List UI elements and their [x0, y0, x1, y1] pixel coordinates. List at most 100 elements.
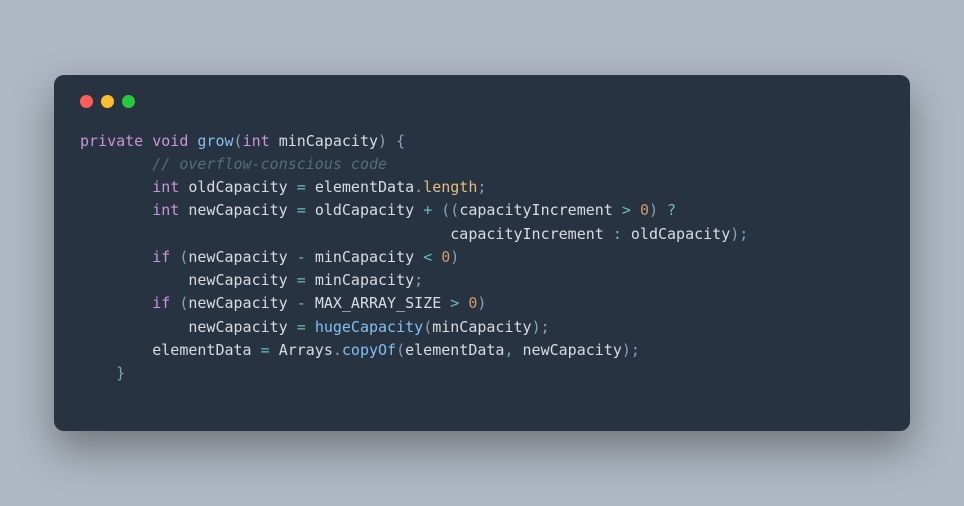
code-line: if (newCapacity - minCapacity < 0) — [80, 248, 459, 266]
code-token — [306, 201, 315, 219]
code-token: // overflow-conscious code — [152, 155, 387, 173]
code-token: (( — [441, 201, 459, 219]
code-token — [441, 294, 450, 312]
code-token: capacityIncrement — [450, 225, 604, 243]
zoom-icon[interactable] — [122, 95, 135, 108]
code-token — [80, 178, 152, 196]
code-token: capacityIncrement — [459, 201, 613, 219]
code-token — [432, 201, 441, 219]
code-token: ( — [396, 341, 405, 359]
code-line: // overflow-conscious code — [80, 155, 387, 173]
code-token — [622, 225, 631, 243]
code-token — [306, 294, 315, 312]
code-token — [170, 294, 179, 312]
code-token: { — [396, 132, 405, 150]
code-token: ( — [234, 132, 243, 150]
code-token: = — [297, 201, 306, 219]
code-token — [80, 201, 152, 219]
code-line: private void grow(int minCapacity) { — [80, 132, 405, 150]
code-token: Arrays — [279, 341, 333, 359]
code-token: ? — [667, 201, 676, 219]
code-token — [414, 248, 423, 266]
code-token: newCapacity — [523, 341, 622, 359]
code-token: ) — [477, 294, 486, 312]
code-token: void — [152, 132, 188, 150]
code-token: newCapacity — [188, 318, 287, 336]
code-token: 0 — [640, 201, 649, 219]
code-token: length — [423, 178, 477, 196]
code-token: private — [80, 132, 143, 150]
code-token — [306, 318, 315, 336]
code-token: ; — [414, 271, 423, 289]
code-token: = — [297, 318, 306, 336]
code-token: . — [333, 341, 342, 359]
code-token — [80, 225, 450, 243]
code-token: = — [261, 341, 270, 359]
code-token: > — [450, 294, 459, 312]
code-token: ); — [730, 225, 748, 243]
code-token — [288, 201, 297, 219]
code-token: hugeCapacity — [315, 318, 423, 336]
code-token — [288, 248, 297, 266]
code-token: - — [297, 248, 306, 266]
code-token — [80, 294, 152, 312]
code-token: oldCapacity — [315, 201, 414, 219]
code-token: elementData — [315, 178, 414, 196]
code-window: private void grow(int minCapacity) { // … — [54, 75, 910, 432]
code-token: elementData — [405, 341, 504, 359]
code-token — [288, 294, 297, 312]
code-line: elementData = Arrays.copyOf(elementData,… — [80, 341, 640, 359]
window-titlebar — [80, 95, 884, 108]
code-line: int newCapacity = oldCapacity + ((capaci… — [80, 201, 676, 219]
code-token: if — [152, 248, 170, 266]
code-token: newCapacity — [188, 201, 287, 219]
code-token — [514, 341, 523, 359]
code-token: newCapacity — [188, 294, 287, 312]
code-line: newCapacity = minCapacity; — [80, 271, 423, 289]
code-token — [80, 248, 152, 266]
code-token — [288, 318, 297, 336]
code-token — [306, 271, 315, 289]
code-line: } — [80, 364, 125, 382]
code-token: newCapacity — [188, 248, 287, 266]
code-token: int — [152, 201, 179, 219]
code-token — [80, 318, 188, 336]
code-block: private void grow(int minCapacity) { // … — [80, 130, 884, 386]
code-token: , — [504, 341, 513, 359]
code-token: minCapacity — [432, 318, 531, 336]
code-token — [631, 201, 640, 219]
minimize-icon[interactable] — [101, 95, 114, 108]
code-token: 0 — [441, 248, 450, 266]
code-token: ); — [622, 341, 640, 359]
code-token: int — [152, 178, 179, 196]
code-token: ) — [649, 201, 658, 219]
code-token: grow — [197, 132, 233, 150]
code-token: : — [613, 225, 622, 243]
code-token — [613, 201, 622, 219]
code-token — [170, 248, 179, 266]
code-token: MAX_ARRAY_SIZE — [315, 294, 441, 312]
code-line: if (newCapacity - MAX_ARRAY_SIZE > 0) — [80, 294, 486, 312]
code-token — [288, 271, 297, 289]
code-token: = — [297, 271, 306, 289]
code-token: oldCapacity — [188, 178, 287, 196]
code-token: ); — [532, 318, 550, 336]
code-token: if — [152, 294, 170, 312]
code-token: = — [297, 178, 306, 196]
code-token: - — [297, 294, 306, 312]
code-token: minCapacity — [315, 271, 414, 289]
code-token — [80, 271, 188, 289]
code-token — [432, 248, 441, 266]
close-icon[interactable] — [80, 95, 93, 108]
code-token: ) — [378, 132, 387, 150]
code-token: ) — [450, 248, 459, 266]
code-token: > — [622, 201, 631, 219]
code-token — [459, 294, 468, 312]
code-token — [306, 248, 315, 266]
code-token — [306, 178, 315, 196]
code-token — [270, 341, 279, 359]
code-token — [288, 178, 297, 196]
code-token: + — [423, 201, 432, 219]
code-line: newCapacity = hugeCapacity(minCapacity); — [80, 318, 550, 336]
code-token — [80, 364, 116, 382]
